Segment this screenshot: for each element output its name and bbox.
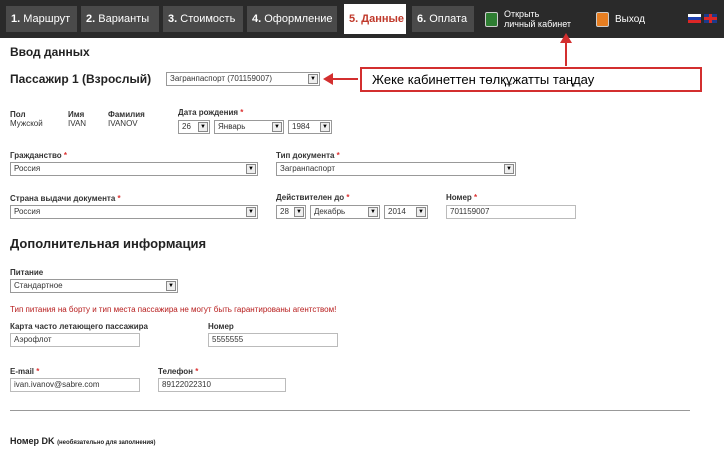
select-value: 2014	[388, 207, 406, 216]
dropdown-arrow-icon: ▼	[198, 122, 208, 132]
gender-value: Мужской	[10, 119, 43, 128]
birth-year-select[interactable]: 1984 ▼	[288, 120, 332, 134]
dropdown-arrow-icon: ▼	[166, 281, 176, 291]
dropdown-arrow-icon: ▼	[272, 122, 282, 132]
valid-day-select[interactable]: 28 ▼	[276, 205, 306, 219]
dropdown-arrow-icon: ▼	[246, 164, 256, 174]
select-value: 26	[182, 122, 191, 131]
valid-year-select[interactable]: 2014 ▼	[384, 205, 428, 219]
dk-number-label: Номер DK (необязательно для заполнения)	[10, 436, 156, 446]
arrow-up-head	[560, 33, 572, 43]
required-mark: *	[346, 193, 350, 202]
select-value: Декабрь	[314, 207, 346, 216]
email-label-text: E-mail	[10, 367, 35, 376]
document-number-input[interactable]: 701159007	[446, 205, 576, 219]
additional-info-title: Дополнительная информация	[10, 236, 207, 251]
birth-month-select[interactable]: Январь ▼	[214, 120, 284, 134]
required-mark: *	[63, 151, 68, 160]
citizenship-label-text: Гражданство	[10, 151, 62, 160]
callout-box: Жеке кабинеттен төлқұжатты таңдау	[360, 67, 702, 92]
issue-country-label-text: Страна выдачи документа	[10, 194, 116, 203]
required-mark: *	[474, 193, 478, 202]
valid-until-label: Действителен до *	[276, 193, 350, 202]
required-mark: *	[36, 367, 40, 376]
dropdown-arrow-icon: ▼	[246, 207, 256, 217]
required-mark: *	[240, 108, 244, 117]
meal-warning: Тип питания на борту и тип места пассажи…	[10, 305, 337, 314]
dropdown-arrow-icon: ▼	[308, 74, 318, 84]
valid-until-label-text: Действителен до	[276, 193, 345, 202]
select-value: Загранпаспорт	[280, 164, 336, 173]
email-label: E-mail *	[10, 367, 39, 376]
birth-date-label: Дата рождения *	[178, 108, 243, 117]
phone-field[interactable]: 89122022310	[158, 378, 286, 392]
required-mark: *	[195, 367, 199, 376]
ffp-airline-input[interactable]: Аэрофлот	[10, 333, 140, 347]
arrow-left-head	[323, 73, 333, 85]
gender-label: Пол	[10, 110, 26, 119]
citizenship-label: Гражданство *	[10, 151, 67, 160]
passenger-title: Пассажир 1 (Взрослый)	[10, 72, 152, 86]
meal-label: Питание	[10, 268, 44, 277]
ffp-label: Карта часто летающего пассажира	[10, 322, 148, 331]
document-number-label-text: Номер	[446, 193, 472, 202]
section-title: Ввод данных	[10, 45, 90, 59]
select-value: Загранпаспорт (701159007)	[170, 74, 273, 83]
dk-label-text: Номер DK	[10, 436, 55, 446]
dropdown-arrow-icon: ▼	[368, 207, 378, 217]
dropdown-arrow-icon: ▼	[294, 207, 304, 217]
document-type-select[interactable]: Загранпаспорт ▼	[276, 162, 516, 176]
email-field[interactable]: ivan.ivanov@sabre.com	[10, 378, 140, 392]
birth-date-label-text: Дата рождения	[178, 108, 239, 117]
dropdown-arrow-icon: ▼	[504, 164, 514, 174]
select-value: Россия	[14, 164, 41, 173]
issue-country-select[interactable]: Россия ▼	[10, 205, 258, 219]
ffp-number-label: Номер	[208, 322, 234, 331]
citizenship-select[interactable]: Россия ▼	[10, 162, 258, 176]
divider	[10, 410, 690, 411]
dk-note: (необязательно для заполнения)	[57, 440, 156, 446]
surname-label: Фамилия	[108, 110, 145, 119]
issue-country-label: Страна выдачи документа *	[10, 194, 121, 203]
document-type-label-text: Тип документа	[276, 151, 335, 160]
phone-label: Телефон *	[158, 367, 198, 376]
birth-day-select[interactable]: 26 ▼	[178, 120, 210, 134]
document-type-label: Тип документа *	[276, 151, 340, 160]
surname-value: IVANOV	[108, 119, 138, 128]
document-number-label: Номер *	[446, 193, 477, 202]
name-value: IVAN	[68, 119, 87, 128]
select-value: 1984	[292, 122, 310, 131]
select-value: Январь	[218, 122, 246, 131]
meal-select[interactable]: Стандартное ▼	[10, 279, 178, 293]
select-value: 28	[280, 207, 289, 216]
select-value: Россия	[14, 207, 41, 216]
required-mark: *	[117, 194, 121, 203]
select-value: Стандартное	[14, 281, 63, 290]
phone-label-text: Телефон	[158, 367, 193, 376]
name-label: Имя	[68, 110, 85, 119]
ffp-number-input[interactable]: 5555555	[208, 333, 338, 347]
valid-month-select[interactable]: Декабрь ▼	[310, 205, 380, 219]
dropdown-arrow-icon: ▼	[320, 122, 330, 132]
dropdown-arrow-icon: ▼	[416, 207, 426, 217]
required-mark: *	[336, 151, 340, 160]
passenger-document-select[interactable]: Загранпаспорт (701159007) ▼	[166, 72, 320, 86]
